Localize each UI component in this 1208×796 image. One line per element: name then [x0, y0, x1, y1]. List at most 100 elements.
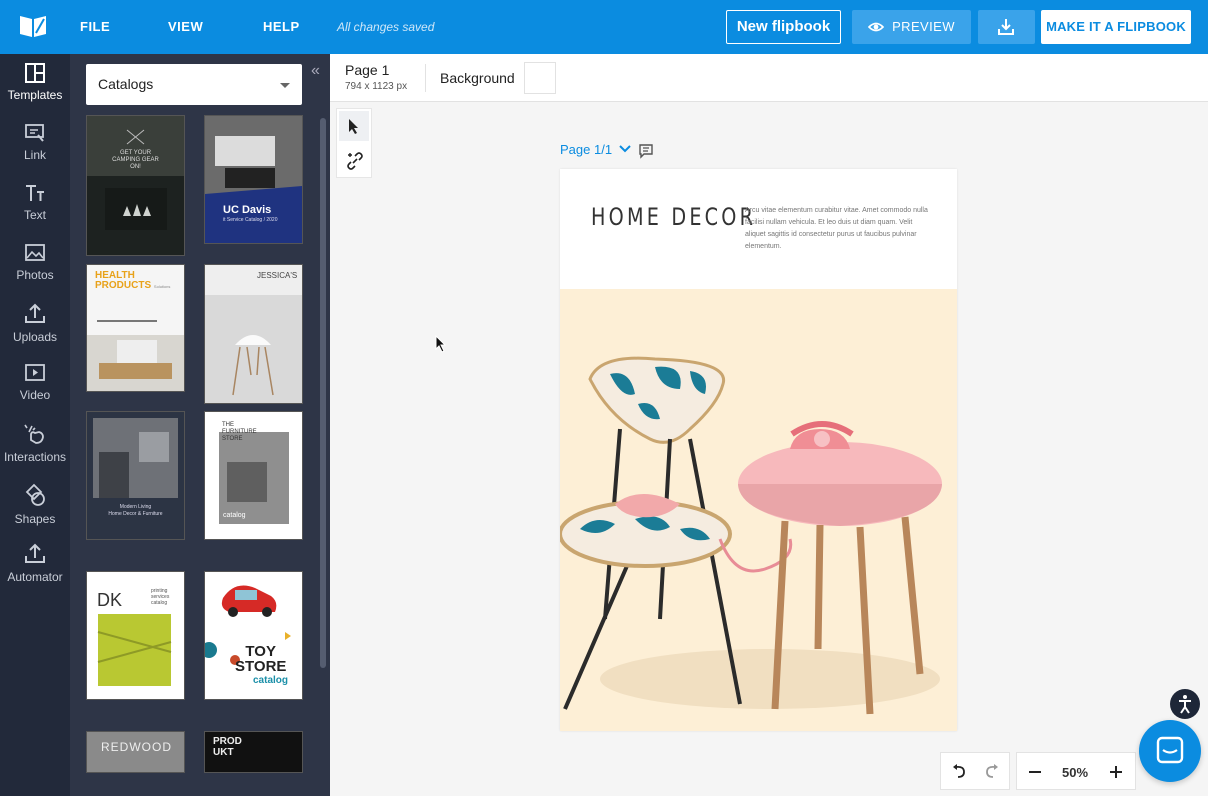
nav-photos[interactable]: Photos [0, 242, 70, 282]
zoom-out-icon[interactable] [1028, 765, 1042, 779]
nav-shapes[interactable]: Shapes [0, 482, 70, 526]
zoom-in-icon[interactable] [1109, 765, 1123, 779]
make-flipbook-button[interactable]: MAKE IT A FLIPBOOK [1041, 10, 1191, 44]
chairs-and-table-image [560, 289, 957, 731]
template-text: THE [222, 422, 234, 428]
template-thumbnail[interactable]: HEALTH PRODUCTS Solutions [87, 265, 184, 391]
accessibility-button[interactable] [1170, 689, 1200, 719]
nav-label: Automator [7, 570, 63, 584]
redo-icon[interactable] [984, 763, 1000, 779]
collapse-panel-icon[interactable]: « [311, 62, 320, 80]
preview-button[interactable]: PREVIEW [852, 10, 971, 44]
template-thumbnail-image [205, 265, 302, 403]
nav-label: Link [23, 148, 46, 162]
text-icon [26, 185, 44, 201]
add-link-icon [347, 152, 363, 170]
left-nav: Templates Link Text Photos Uploads Video… [0, 54, 70, 796]
nav-link[interactable]: Link [0, 122, 70, 162]
template-thumbnail-image [87, 412, 184, 539]
page-photo[interactable] [560, 289, 957, 731]
nav-label: Templates [7, 88, 63, 102]
new-flipbook-button[interactable]: New flipbook [726, 10, 841, 44]
uploads-icon [25, 303, 45, 323]
nav-interactions[interactable]: Interactions [0, 422, 70, 464]
background-label: Background [440, 70, 515, 86]
photos-icon [25, 244, 45, 261]
undo-icon[interactable] [951, 763, 967, 779]
flipbook-logo-icon[interactable] [18, 13, 48, 39]
automator-icon [25, 543, 45, 563]
nav-label: Text [23, 208, 46, 222]
template-thumbnail[interactable]: Modern Living Home Decor & Furniture [87, 412, 184, 539]
nav-templates[interactable]: Templates [0, 62, 70, 102]
template-thumbnail[interactable]: PROD UKT [205, 732, 302, 772]
templates-panel: Catalogs « GET YOUR CAMPING GEAR ON! UC … [70, 54, 330, 796]
mouse-cursor-icon [435, 335, 447, 353]
flipbook-page[interactable]: HOME DECOR Arcu vitae elementum curabitu… [560, 169, 957, 731]
background-color-swatch[interactable] [524, 62, 556, 94]
category-dropdown-value: Catalogs [98, 76, 154, 92]
link-tool[interactable] [339, 145, 369, 175]
shapes-icon [25, 483, 45, 506]
template-text: Modern Living [119, 504, 152, 510]
menu-help[interactable]: HELP [263, 0, 300, 54]
template-text: Solutions [153, 284, 171, 289]
chat-icon [1156, 736, 1184, 764]
menu-view[interactable]: VIEW [168, 0, 203, 54]
page-selector[interactable]: Page 1/1 [560, 142, 631, 157]
template-thumbnail[interactable]: GET YOUR CAMPING GEAR ON! [87, 116, 184, 255]
history-controls [940, 752, 1010, 790]
template-text: PROD [213, 736, 242, 747]
nav-uploads[interactable]: Uploads [0, 302, 70, 344]
template-text: catalog [253, 675, 289, 686]
template-thumbnail[interactable]: TOY STORE catalog [205, 572, 302, 699]
template-text: UKT [213, 747, 234, 758]
template-thumbnail[interactable]: UC Davis it Service Catalog / 2020 [205, 116, 302, 243]
template-thumbnail[interactable]: REDWOOD [87, 732, 184, 772]
template-text: FURNITURE [222, 429, 257, 435]
template-thumbnail-image [87, 116, 184, 255]
template-text: CAMPING GEAR [112, 157, 159, 163]
caret-down-icon [280, 83, 290, 88]
interactions-icon [24, 424, 44, 444]
download-icon [998, 19, 1014, 35]
pointer-icon [349, 119, 358, 134]
nav-label: Interactions [3, 450, 67, 464]
panel-scrollbar[interactable] [320, 118, 326, 668]
page-size: 794 x 1123 px [345, 81, 408, 92]
save-status: All changes saved [337, 20, 435, 34]
template-text: REDWOOD [101, 740, 172, 754]
menu-file[interactable]: FILE [80, 0, 110, 54]
template-text: GET YOUR [119, 150, 152, 156]
top-bar: FILE VIEW HELP All changes saved New fli… [0, 0, 1208, 54]
download-button[interactable] [978, 10, 1035, 44]
zoom-level: 50% [1062, 765, 1089, 780]
page-paragraph[interactable]: Arcu vitae elementum curabitur vitae. Am… [745, 205, 930, 253]
nav-text[interactable]: Text [0, 182, 70, 222]
template-text: Home Decor & Furniture [108, 511, 163, 517]
tool-palette [336, 108, 372, 178]
chat-launcher-button[interactable] [1139, 720, 1201, 782]
template-text: PRODUCTS [95, 280, 152, 291]
template-text: it Service Catalog / 2020 [223, 217, 278, 223]
divider [425, 64, 426, 92]
page-heading[interactable]: HOME DECOR [591, 203, 756, 231]
zoom-controls: 50% [1016, 752, 1136, 790]
select-tool[interactable] [339, 111, 369, 141]
template-thumbnail[interactable]: DK printing services catalog [87, 572, 184, 699]
nav-label: Uploads [12, 330, 58, 344]
template-thumbnail[interactable]: THE FURNITURE STORE catalog [205, 412, 302, 539]
preview-label: PREVIEW [892, 19, 955, 34]
template-thumbnail[interactable]: JESSICA'S [205, 265, 302, 403]
template-text: ON! [130, 164, 141, 170]
template-text: DK [97, 590, 123, 610]
page-label: Page 1 [345, 62, 390, 78]
category-dropdown[interactable]: Catalogs [86, 64, 302, 105]
nav-automator[interactable]: Automator [0, 542, 70, 584]
chevron-down-icon [618, 145, 631, 153]
comment-icon[interactable] [638, 143, 654, 159]
template-text: STORE [235, 658, 287, 675]
eye-icon [867, 22, 885, 32]
template-text: JESSICA'S [257, 271, 298, 280]
nav-video[interactable]: Video [0, 362, 70, 402]
